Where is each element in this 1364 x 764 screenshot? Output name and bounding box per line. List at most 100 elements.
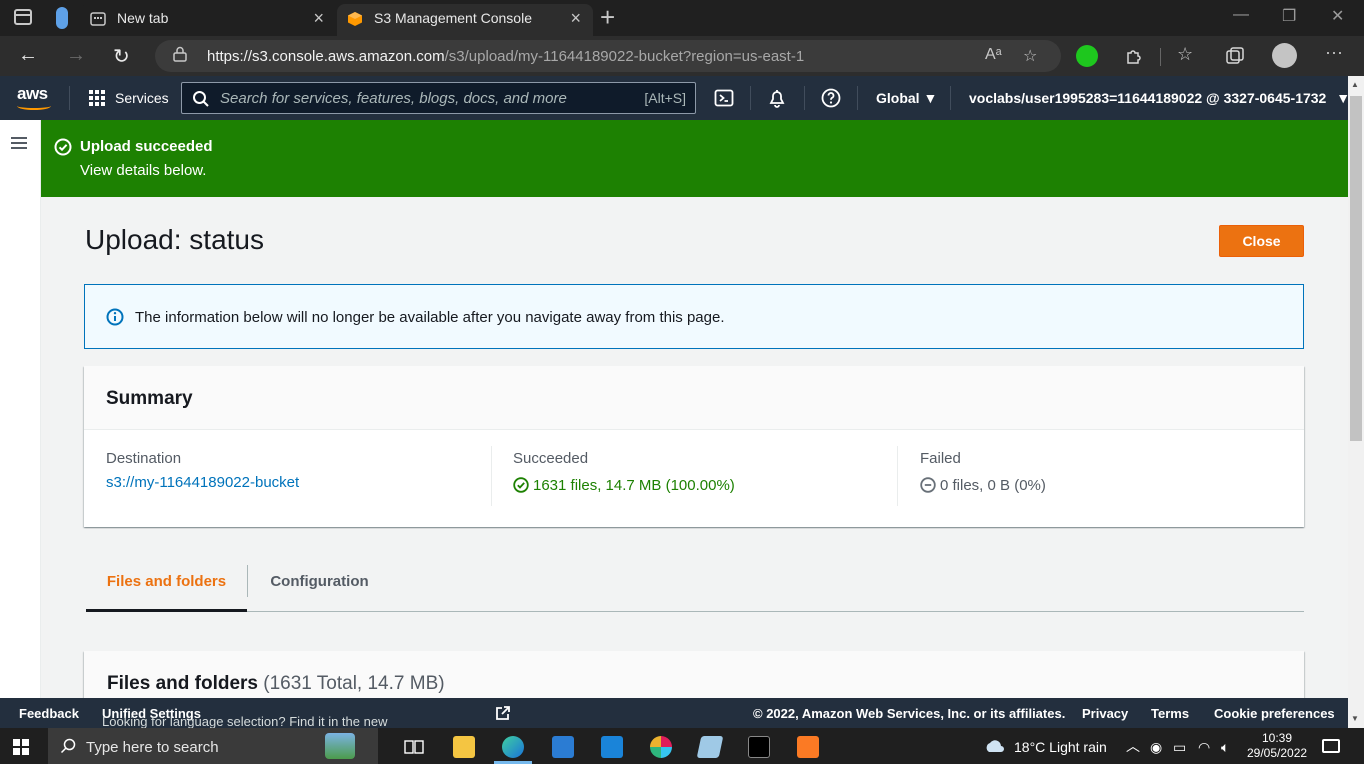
- forward-icon[interactable]: →: [66, 44, 86, 67]
- more-menu-icon[interactable]: ···: [1325, 42, 1343, 63]
- nav-divider: [804, 86, 805, 110]
- windows-start-icon[interactable]: [13, 739, 29, 755]
- battery-icon[interactable]: ▭: [1173, 739, 1186, 756]
- language-prompt-text: Looking for language selection? Find it …: [102, 714, 388, 729]
- flash-title: Upload succeeded: [80, 138, 213, 155]
- profile-avatar-icon[interactable]: [1272, 43, 1297, 68]
- show-hidden-icons-icon[interactable]: ︿: [1126, 736, 1140, 756]
- page-scrollbar[interactable]: ▲ ▼: [1348, 76, 1364, 728]
- files-title: Files and folders: [107, 673, 258, 694]
- task-view-icon[interactable]: [403, 736, 425, 758]
- system-clock[interactable]: 10:39 29/05/2022: [1247, 731, 1307, 761]
- scroll-down-icon[interactable]: ▼: [1351, 714, 1359, 723]
- notification-center-icon[interactable]: [1322, 739, 1340, 753]
- wifi-icon[interactable]: ◠: [1198, 739, 1210, 756]
- terms-link[interactable]: Terms: [1151, 706, 1189, 721]
- restore-icon[interactable]: ❐: [1282, 6, 1296, 26]
- url-host: https://s3.console.aws.amazon.com: [207, 48, 445, 65]
- read-aloud-icon[interactable]: A͏ᵃ: [985, 46, 1002, 64]
- services-menu-button[interactable]: Services: [115, 90, 169, 106]
- destination-column: Destination s3://my-11644189022-bucket: [106, 430, 486, 527]
- scrollbar-thumb[interactable]: [1350, 96, 1362, 441]
- clock-time: 10:39: [1261, 731, 1293, 745]
- browser-tab-s3-console[interactable]: S3 Management Console ×: [337, 4, 593, 36]
- new-tab-icon[interactable]: +: [600, 2, 615, 33]
- flash-subtitle: View details below.: [80, 162, 207, 179]
- tab-label: New tab: [117, 10, 169, 26]
- tab-files-and-folders[interactable]: Files and folders: [86, 555, 247, 612]
- close-tab-icon[interactable]: ×: [570, 8, 581, 29]
- terminal-icon[interactable]: [748, 736, 770, 758]
- browser-tab-new-tab[interactable]: New tab ×: [80, 4, 336, 36]
- meet-now-icon[interactable]: ◉: [1150, 739, 1162, 756]
- files-and-folders-container: Files and folders (1631 Total, 14.7 MB): [84, 651, 1304, 698]
- scroll-up-icon[interactable]: ▲: [1351, 80, 1359, 89]
- edge-browser-icon[interactable]: [502, 736, 524, 758]
- failed-label: Failed: [920, 450, 961, 467]
- taskbar-search-label: Type here to search: [86, 739, 219, 756]
- services-grid-icon[interactable]: [89, 90, 105, 106]
- refresh-icon[interactable]: ↻: [113, 44, 130, 69]
- slack-icon[interactable]: [650, 736, 672, 758]
- weather-text[interactable]: 18°C Light rain: [1014, 739, 1107, 755]
- weather-cloud-icon[interactable]: [983, 738, 1005, 754]
- aws-top-navigation: aws Services [Alt+S] Global ▼ voclabs/us…: [0, 76, 1350, 120]
- back-icon[interactable]: ←: [18, 44, 38, 67]
- extensions-icon[interactable]: [1123, 45, 1145, 67]
- microsoft-store-icon[interactable]: [552, 736, 574, 758]
- cookie-preferences-link[interactable]: Cookie preferences: [1214, 706, 1335, 721]
- favorites-icon[interactable]: ☆: [1177, 44, 1193, 65]
- volume-icon[interactable]: 🔈︎: [1221, 739, 1229, 756]
- add-favorite-icon[interactable]: ☆: [1023, 46, 1037, 66]
- cloudshell-icon[interactable]: [714, 88, 734, 108]
- summary-title: Summary: [106, 388, 193, 409]
- search-input[interactable]: [220, 83, 620, 113]
- nav-divider: [950, 86, 951, 110]
- taskbar-search-box[interactable]: Type here to search: [48, 728, 378, 764]
- region-selector[interactable]: Global ▼: [876, 90, 937, 106]
- collections-icon[interactable]: [1224, 45, 1246, 67]
- close-button[interactable]: Close: [1219, 225, 1304, 257]
- success-check-icon: [54, 138, 72, 156]
- nav-divider: [69, 86, 70, 110]
- browser-tab-bar: New tab × S3 Management Console × + — ❐ …: [0, 0, 1364, 36]
- search-icon: [60, 738, 76, 754]
- account-label: voclabs/user1995283=11644189022 @ 3327-0…: [969, 90, 1327, 106]
- extension-green-icon[interactable]: [1076, 45, 1098, 67]
- tab-configuration[interactable]: Configuration: [248, 555, 391, 611]
- help-icon[interactable]: [821, 88, 841, 108]
- lock-icon[interactable]: [173, 46, 187, 62]
- hamburger-menu-icon[interactable]: [11, 137, 27, 149]
- workspaces-icon[interactable]: [56, 7, 68, 29]
- column-divider: [491, 446, 492, 506]
- external-link-icon[interactable]: [495, 705, 511, 721]
- aws-s3-favicon-icon: [348, 12, 362, 26]
- windows-taskbar: Type here to search 18°C Light rain ︿ ◉ …: [0, 728, 1364, 764]
- upload-success-flashbar: Upload succeeded View details below.: [41, 120, 1348, 197]
- search-highlight-icon: [325, 733, 355, 759]
- clock-date: 29/05/2022: [1247, 746, 1308, 760]
- nav-divider: [857, 86, 858, 110]
- destination-link[interactable]: s3://my-11644189022-bucket: [106, 474, 299, 491]
- close-tab-icon[interactable]: ×: [313, 8, 324, 29]
- mail-icon[interactable]: [601, 736, 623, 758]
- region-label: Global: [876, 90, 920, 106]
- language-prompt: Looking for language selection? Find it …: [102, 706, 387, 729]
- summary-header: Summary: [84, 366, 1304, 430]
- console-footer: Feedback Looking for language selection?…: [0, 698, 1348, 729]
- file-explorer-icon[interactable]: [453, 736, 475, 758]
- minimize-icon[interactable]: —: [1233, 6, 1249, 24]
- xampp-icon[interactable]: [797, 736, 819, 758]
- feedback-link[interactable]: Feedback: [19, 706, 79, 721]
- failed-value: 0 files, 0 B (0%): [940, 477, 1046, 494]
- privacy-link[interactable]: Privacy: [1082, 706, 1128, 721]
- close-window-icon[interactable]: ✕: [1331, 6, 1344, 26]
- tab-actions-menu-icon[interactable]: [14, 9, 32, 25]
- account-menu[interactable]: voclabs/user1995283=11644189022 @ 3327-0…: [969, 90, 1350, 106]
- notifications-bell-icon[interactable]: [767, 88, 787, 108]
- url-field[interactable]: https://s3.console.aws.amazon.com/s3/upl…: [155, 40, 1061, 72]
- aws-logo[interactable]: aws: [17, 84, 48, 104]
- notepad-icon[interactable]: [696, 736, 724, 758]
- unified-search[interactable]: [Alt+S]: [181, 82, 696, 114]
- failed-value-row: 0 files, 0 B (0%): [920, 477, 1046, 494]
